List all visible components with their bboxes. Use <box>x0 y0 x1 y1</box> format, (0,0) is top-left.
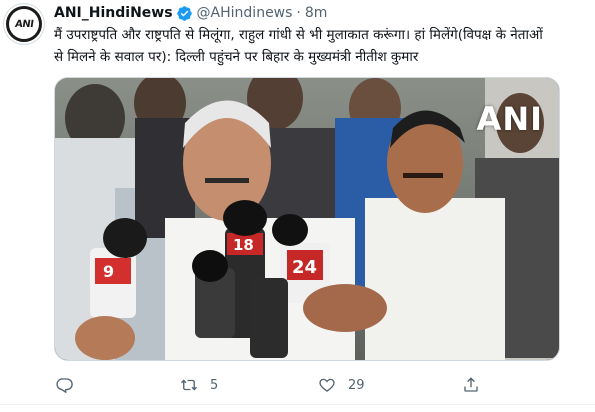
timestamp[interactable]: 8m <box>305 5 328 21</box>
share-icon <box>464 377 478 392</box>
separator-dot: · <box>296 5 301 21</box>
author-handle[interactable]: @AHindinews <box>197 5 293 21</box>
reply-button[interactable] <box>56 373 74 397</box>
tweet-text: मैं उपराष्ट्रपति और राष्ट्रपति से मिलूंग… <box>54 27 543 65</box>
author-name[interactable]: ANI_HindiNews <box>54 5 173 21</box>
avatar[interactable]: ANI <box>4 4 44 44</box>
heart-icon <box>319 378 335 392</box>
retweet-count: 5 <box>210 377 219 393</box>
divider <box>0 404 595 405</box>
avatar-logo-text: ANI <box>14 18 34 30</box>
like-count: 29 <box>348 377 365 393</box>
ani-watermark: ANI <box>476 100 543 138</box>
mic-label-24: 24 <box>292 257 317 278</box>
reply-icon <box>56 378 73 394</box>
mic-label-9: 9 <box>103 262 114 281</box>
ani-logo: ANI <box>9 9 39 39</box>
retweet-button[interactable]: 5 <box>180 373 218 397</box>
verified-badge-icon <box>176 5 192 21</box>
like-button[interactable]: 29 <box>318 373 365 397</box>
tweet[interactable]: ANI ANI_HindiNews @AHindinews · 8m मैं उ… <box>0 0 595 412</box>
mic-label-18: 18 <box>233 236 254 254</box>
tweet-media-photo[interactable]: 9 18 24 ANI <box>54 77 560 361</box>
tweet-header: ANI_HindiNews @AHindinews · 8m <box>54 3 327 23</box>
share-button[interactable] <box>462 373 480 397</box>
retweet-icon <box>181 379 197 391</box>
tweet-actions: 5 29 <box>54 373 484 397</box>
